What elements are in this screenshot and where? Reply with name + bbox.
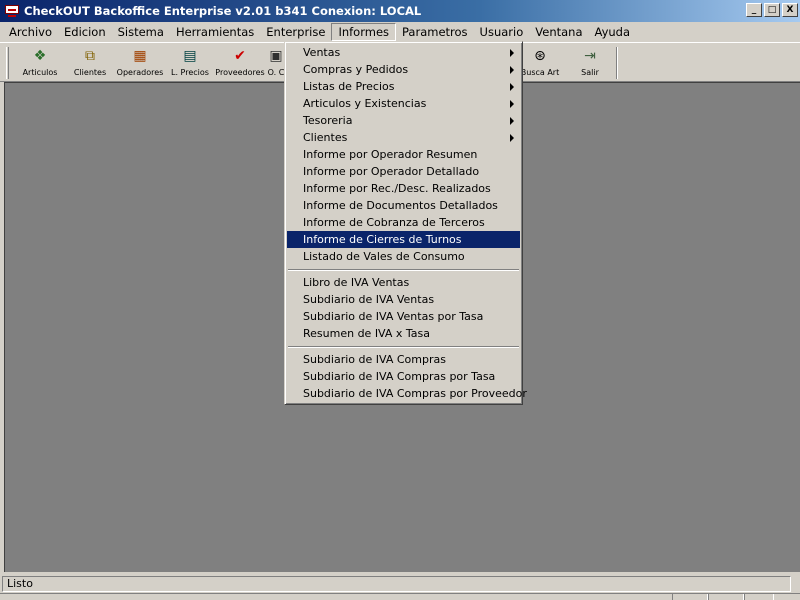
window-controls: _ □ X — [744, 3, 798, 17]
title-bar[interactable]: CheckOUT Backoffice Enterprise v2.01 b34… — [0, 0, 800, 22]
toolbar-label: Articulos — [22, 68, 58, 77]
menu-informes[interactable]: Informes — [331, 23, 397, 41]
toolbar-button-articulos[interactable]: ❖ Articulos — [16, 45, 64, 81]
status-cell — [708, 594, 744, 600]
menu-item-subdiario-de-iva-ventas[interactable]: Subdiario de IVA Ventas — [287, 291, 520, 308]
menu-sistema[interactable]: Sistema — [112, 23, 170, 41]
proveedores-icon: ✔ — [234, 48, 246, 64]
menu-item-listado-de-vales-de-consumo[interactable]: Listado de Vales de Consumo — [287, 248, 520, 265]
menu-item-label: Listado de Vales de Consumo — [303, 250, 465, 263]
menu-separator — [287, 342, 520, 351]
maximize-button[interactable]: □ — [764, 3, 780, 17]
menu-item-resumen-de-iva-x-tasa[interactable]: Resumen de IVA x Tasa — [287, 325, 520, 342]
toolbar-button-clientes[interactable]: ⧉ Clientes — [66, 45, 114, 81]
status-cell — [672, 594, 708, 600]
menu-item-label: Informe de Cobranza de Terceros — [303, 216, 485, 229]
menu-item-informe-por-operador-resumen[interactable]: Informe por Operador Resumen — [287, 146, 520, 163]
ordenes-compra-icon: ▣ — [269, 48, 283, 64]
informes-dropdown-menu: Ventas Compras y Pedidos Listas de Precios… — [284, 41, 527, 405]
toolbar-label: Salir — [581, 68, 599, 77]
toolbar-label: O. C — [267, 68, 285, 77]
menu-item-subdiario-de-iva-ventas-por-tasa[interactable]: Subdiario de IVA Ventas por Tasa — [287, 308, 520, 325]
submenu-arrow-icon — [510, 117, 514, 125]
menu-item-compras-y-pedidos[interactable]: Compras y Pedidos — [287, 61, 520, 78]
toolbar-grip[interactable] — [6, 47, 9, 79]
submenu-arrow-icon — [510, 66, 514, 74]
menu-item-libro-de-iva-ventas[interactable]: Libro de IVA Ventas — [287, 274, 520, 291]
menu-item-informe-de-documentos-detallados[interactable]: Informe de Documentos Detallados — [287, 197, 520, 214]
toolbar-label: Proveedores — [215, 68, 265, 77]
menu-item-label: Subdiario de IVA Ventas — [303, 293, 435, 306]
menu-item-informe-de-cierres-de-turnos[interactable]: Informe de Cierres de Turnos — [287, 231, 520, 248]
menu-item-label: Ventas — [303, 46, 341, 59]
menu-item-label: Clientes — [303, 131, 348, 144]
menu-item-subdiario-de-iva-compras[interactable]: Subdiario de IVA Compras — [287, 351, 520, 368]
menu-item-label: Informe de Cierres de Turnos — [303, 233, 462, 246]
menu-item-label: Tesoreria — [303, 114, 353, 127]
menu-item-listas-de-precios[interactable]: Listas de Precios — [287, 78, 520, 95]
toolbar-label: Clientes — [73, 68, 107, 77]
toolbar-button-lista-precios[interactable]: ▤ L. Precios — [166, 45, 214, 81]
articulos-icon: ❖ — [33, 48, 47, 64]
app-icon[interactable] — [4, 4, 20, 18]
menu-usuario[interactable]: Usuario — [474, 23, 530, 41]
menu-item-informe-de-cobranza-de-terceros[interactable]: Informe de Cobranza de Terceros — [287, 214, 520, 231]
menu-item-label: Listas de Precios — [303, 80, 395, 93]
menu-item-label: Subdiario de IVA Compras — [303, 353, 446, 366]
menu-item-subdiario-de-iva-compras-por-proveedor[interactable]: Subdiario de IVA Compras por Proveedor — [287, 385, 527, 402]
toolbar-label: L. Precios — [171, 68, 209, 77]
menu-item-label: Articulos y Existencias — [303, 97, 427, 110]
menu-item-clientes[interactable]: Clientes — [287, 129, 520, 146]
toolbar-button-proveedores[interactable]: ✔ Proveedores — [214, 45, 266, 81]
menu-item-label: Libro de IVA Ventas — [303, 276, 410, 289]
menu-item-label: Informe por Operador Detallado — [303, 165, 480, 178]
toolbar-button-operadores[interactable]: ▦ Operadores — [116, 45, 164, 81]
status-cell — [744, 594, 774, 600]
submenu-arrow-icon — [510, 83, 514, 91]
minimize-button[interactable]: _ — [746, 3, 762, 17]
status-bar: Listo — [0, 574, 800, 600]
menu-item-label: Informe de Documentos Detallados — [303, 199, 498, 212]
toolbar-button-ordenes-compra[interactable]: ▣ O. C — [266, 45, 286, 81]
menu-item-informe-por-rec-desc-realizados[interactable]: Informe por Rec./Desc. Realizados — [287, 180, 520, 197]
clientes-icon: ⧉ — [85, 48, 95, 64]
menu-enterprise[interactable]: Enterprise — [260, 23, 331, 41]
menu-item-informe-por-operador-detallado[interactable]: Informe por Operador Detallado — [287, 163, 520, 180]
lista-precios-icon: ▤ — [183, 48, 197, 64]
menu-ventana[interactable]: Ventana — [529, 23, 588, 41]
close-button[interactable]: X — [782, 3, 798, 17]
window-title: CheckOUT Backoffice Enterprise v2.01 b34… — [24, 4, 422, 18]
menu-item-label: Compras y Pedidos — [303, 63, 409, 76]
menu-parametros[interactable]: Parametros — [396, 23, 474, 41]
menu-edicion[interactable]: Edicion — [58, 23, 112, 41]
menu-item-label: Resumen de IVA x Tasa — [303, 327, 431, 340]
menu-item-tesoreria[interactable]: Tesoreria — [287, 112, 520, 129]
menu-item-label: Informe por Operador Resumen — [303, 148, 478, 161]
menu-item-label: Subdiario de IVA Compras por Tasa — [303, 370, 496, 383]
menu-item-label: Subdiario de IVA Compras por Proveedor — [303, 387, 527, 400]
menu-item-articulos-y-existencias[interactable]: Articulos y Existencias — [287, 95, 520, 112]
menu-archivo[interactable]: Archivo — [3, 23, 58, 41]
menu-item-subdiario-de-iva-compras-por-tasa[interactable]: Subdiario de IVA Compras por Tasa — [287, 368, 520, 385]
toolbar-label: Busca Art — [520, 68, 560, 77]
binoculars-icon: ⊛ — [534, 48, 546, 64]
toolbar-button-busca-art[interactable]: ⊛ Busca Art — [516, 45, 564, 81]
menu-bar: Archivo Edicion Sistema Herramientas Ent… — [0, 22, 800, 42]
menu-item-label: Subdiario de IVA Ventas por Tasa — [303, 310, 484, 323]
toolbar-label: Operadores — [116, 68, 164, 77]
menu-herramientas[interactable]: Herramientas — [170, 23, 260, 41]
menu-item-ventas[interactable]: Ventas — [287, 44, 520, 61]
menu-item-label: Informe por Rec./Desc. Realizados — [303, 182, 491, 195]
submenu-arrow-icon — [510, 134, 514, 142]
submenu-arrow-icon — [510, 100, 514, 108]
menu-ayuda[interactable]: Ayuda — [589, 23, 637, 41]
status-text: Listo — [2, 576, 791, 592]
menu-separator — [287, 265, 520, 274]
operadores-icon: ▦ — [133, 48, 147, 64]
toolbar-button-salir[interactable]: ⇥ Salir — [566, 45, 614, 81]
exit-door-icon: ⇥ — [584, 48, 596, 64]
submenu-arrow-icon — [510, 49, 514, 57]
toolbar-separator — [616, 47, 618, 79]
